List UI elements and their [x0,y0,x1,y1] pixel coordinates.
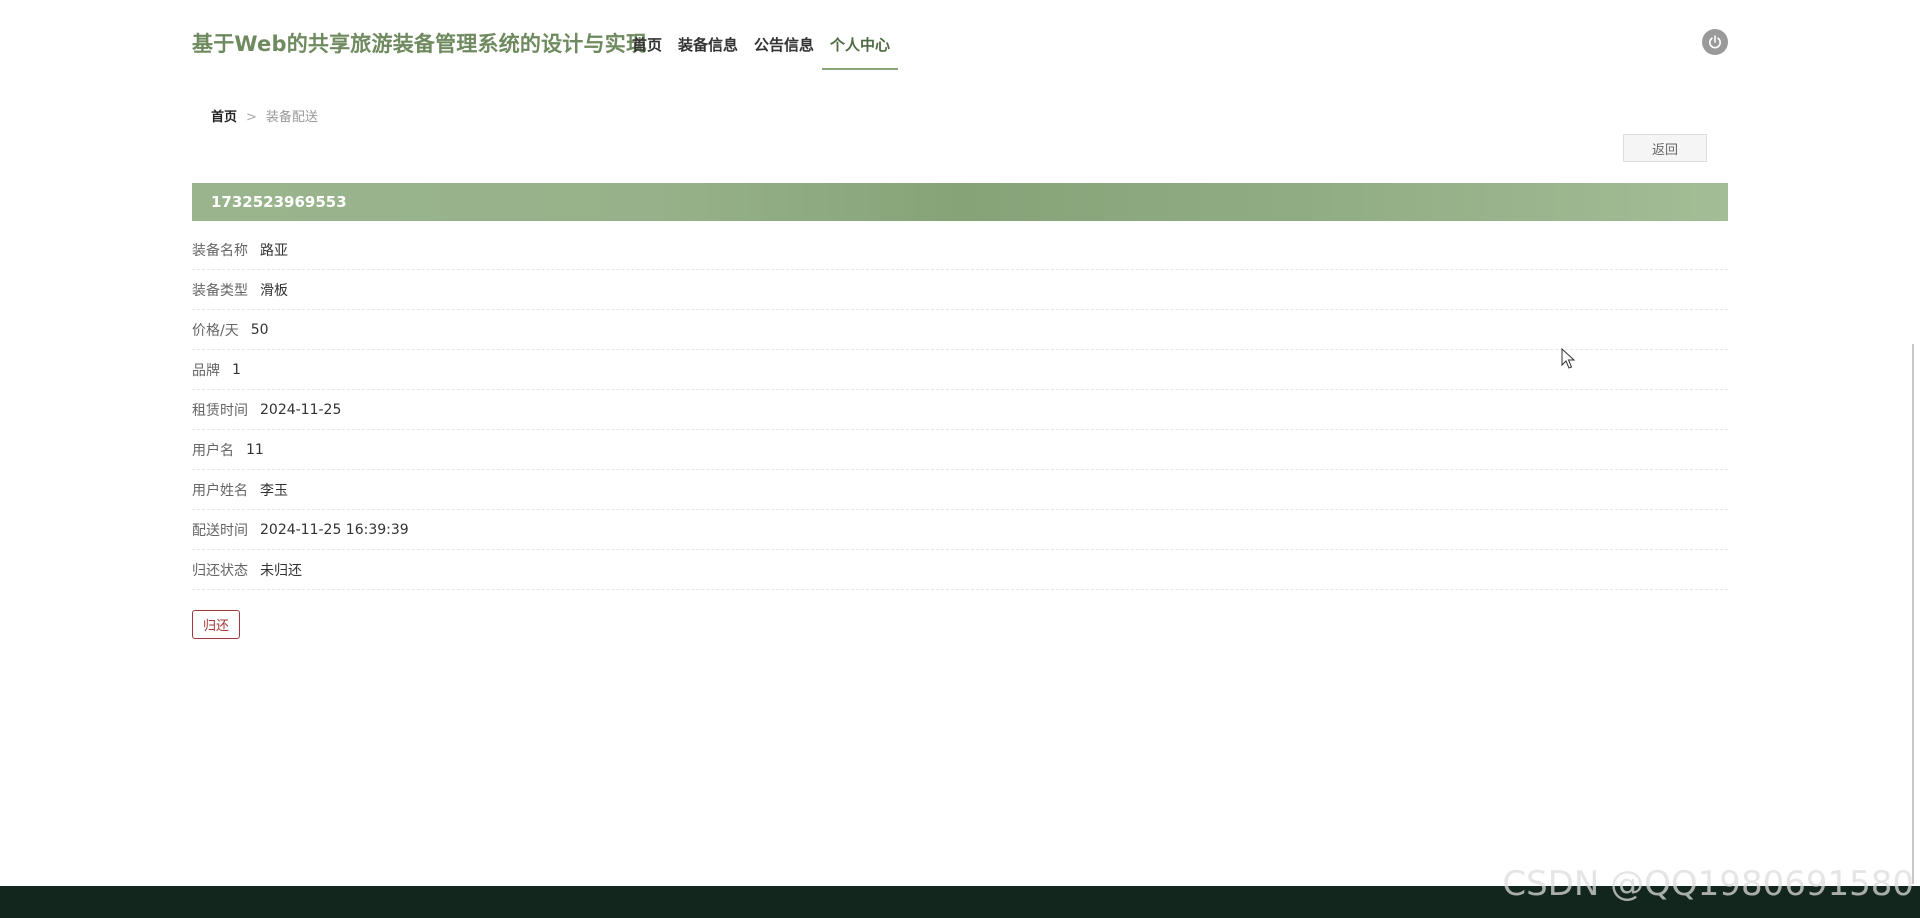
power-icon [1709,35,1721,49]
detail-value: 路亚 [260,242,288,259]
detail-value: 滑板 [260,282,288,299]
detail-value: 1 [232,361,241,378]
detail-label: 配送时间 [192,522,248,539]
detail-label: 归还状态 [192,562,248,579]
detail-label: 租赁时间 [192,402,248,419]
breadcrumb-home[interactable]: 首页 [211,110,237,125]
detail-list: 装备名称 路亚 装备类型 滑板 价格/天 50 品牌 1 租赁时间 2024-1… [192,230,1728,590]
detail-row-equipment-type: 装备类型 滑板 [192,270,1728,310]
main-nav: 首页 装备信息 公告信息 个人中心 [624,24,899,70]
detail-value: 11 [246,441,264,458]
detail-row-brand: 品牌 1 [192,350,1728,390]
detail-row-delivery-time: 配送时间 2024-11-25 16:39:39 [192,510,1728,550]
detail-value: 李玉 [260,482,288,499]
detail-label: 价格/天 [192,322,239,339]
detail-row-equipment-name: 装备名称 路亚 [192,230,1728,270]
record-id-bar: 1732523969553 [192,183,1728,221]
mouse-cursor-icon [1561,348,1576,369]
watermark: CSDN @QQ1980691580 [1502,864,1914,904]
detail-value: 2024-11-25 16:39:39 [260,521,409,538]
page: 基于Web的共享旅游装备管理系统的设计与实现 首页 装备信息 公告信息 个人中心… [0,0,1920,918]
detail-label: 品牌 [192,362,220,379]
nav-item-equipment[interactable]: 装备信息 [670,24,746,68]
breadcrumb-current: 装备配送 [265,110,318,125]
detail-label: 用户姓名 [192,482,248,499]
detail-row-username: 用户名 11 [192,430,1728,470]
header: 基于Web的共享旅游装备管理系统的设计与实现 首页 装备信息 公告信息 个人中心 [192,24,1728,70]
detail-row-price-per-day: 价格/天 50 [192,310,1728,350]
scrollbar[interactable] [1912,344,1914,884]
detail-row-user-fullname: 用户姓名 李玉 [192,470,1728,510]
site-title: 基于Web的共享旅游装备管理系统的设计与实现 [192,32,648,56]
breadcrumb: 首页 > 装备配送 [211,106,318,125]
detail-row-return-status: 归还状态 未归还 [192,550,1728,590]
logout-button[interactable] [1702,29,1728,55]
detail-row-rental-time: 租赁时间 2024-11-25 [192,390,1728,430]
detail-value: 未归还 [260,562,302,579]
nav-item-announcements[interactable]: 公告信息 [746,24,822,68]
breadcrumb-separator: > [246,110,257,125]
back-button[interactable]: 返回 [1623,134,1707,162]
detail-label: 用户名 [192,442,234,459]
detail-value: 50 [250,321,269,338]
return-button[interactable]: 归还 [192,610,240,639]
detail-label: 装备类型 [192,282,248,299]
detail-value: 2024-11-25 [260,401,342,418]
nav-item-personal-center[interactable]: 个人中心 [822,24,899,70]
nav-item-home[interactable]: 首页 [624,24,670,68]
detail-label: 装备名称 [192,242,248,259]
